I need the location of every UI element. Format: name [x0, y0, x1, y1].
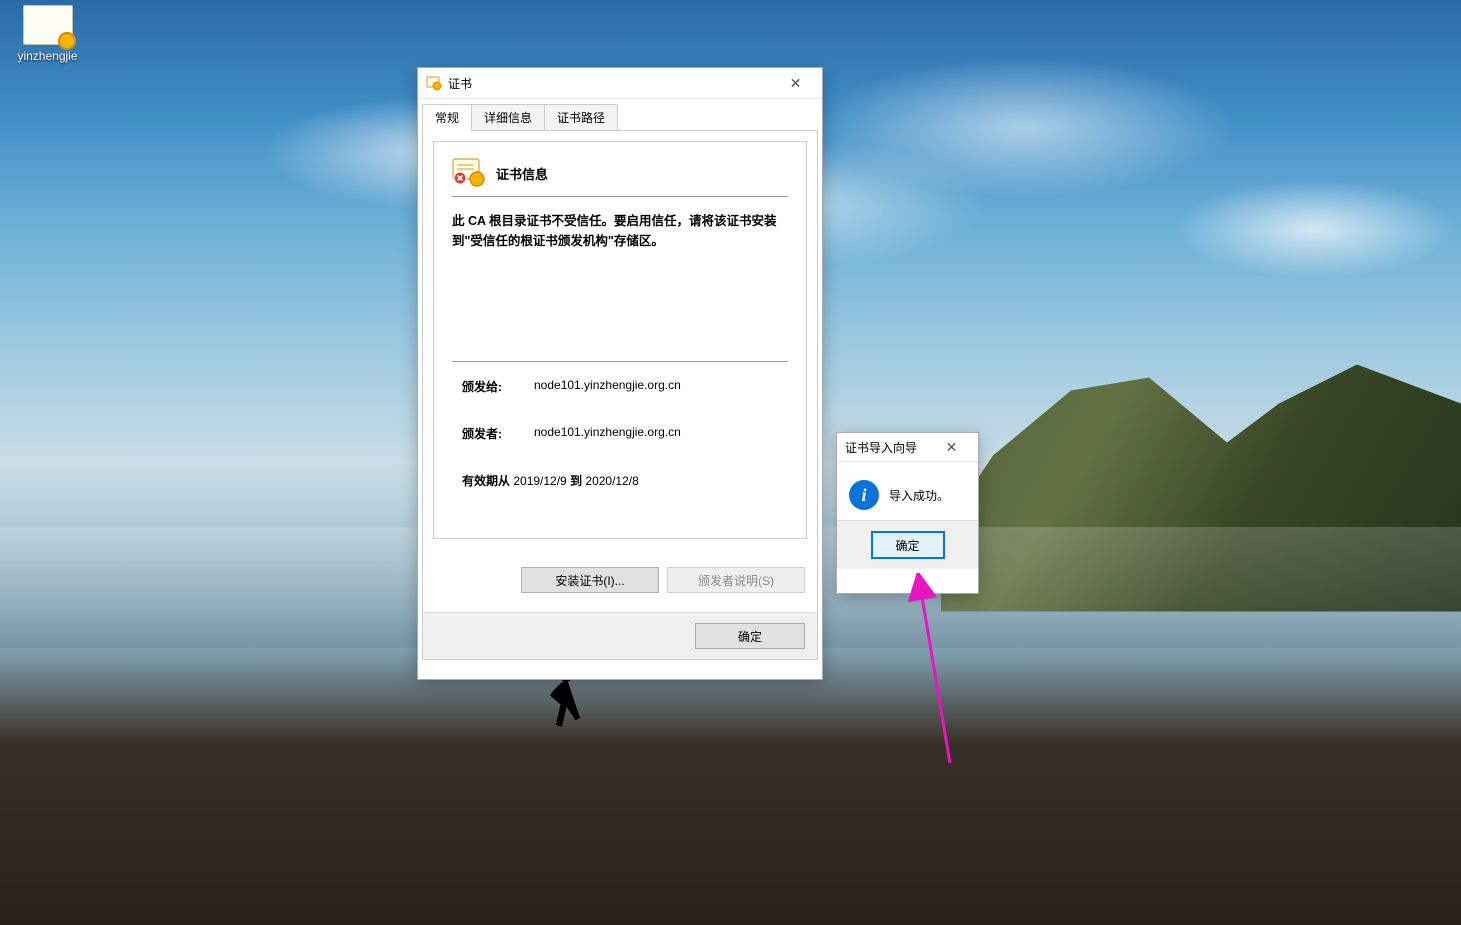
tab-strip: 常规 详细信息 证书路径 — [418, 99, 822, 130]
issuer-statement-button: 颁发者说明(S) — [667, 567, 805, 593]
desktop-cert-icon[interactable]: yinzhengjie — [10, 5, 85, 63]
trust-warning-text: 此 CA 根目录证书不受信任。要启用信任，请将该证书安装到"受信任的根证书颁发机… — [452, 211, 788, 251]
runner-decor — [540, 670, 600, 750]
import-wizard-titlebar[interactable]: 证书导入向导 ✕ — [837, 433, 978, 462]
tab-cert-path[interactable]: 证书路径 — [544, 104, 618, 131]
issued-to-label: 颁发给: — [462, 378, 534, 395]
divider — [452, 196, 788, 197]
import-success-text: 导入成功。 — [889, 487, 949, 504]
certificate-window-footer: 确定 — [423, 612, 817, 659]
validity-line: 有效期从 2019/12/9 到 2020/12/8 — [462, 472, 788, 489]
certificate-info-heading: 证书信息 — [496, 164, 548, 183]
close-icon[interactable]: ✕ — [773, 69, 818, 97]
import-wizard-title: 证书导入向导 — [845, 439, 929, 456]
info-icon: i — [849, 480, 879, 510]
import-wizard-dialog: 证书导入向导 ✕ i 导入成功。 确定 — [836, 432, 979, 594]
install-certificate-button[interactable]: 安装证书(I)... — [521, 567, 659, 593]
issued-to-value: node101.yinzhengjie.org.cn — [534, 378, 681, 395]
certificate-info-icon — [452, 158, 486, 188]
issued-by-value: node101.yinzhengjie.org.cn — [534, 425, 681, 442]
valid-to-value: 2020/12/8 — [585, 474, 638, 488]
close-icon[interactable]: ✕ — [929, 433, 974, 461]
valid-from-value: 2019/12/9 — [513, 474, 566, 488]
beach-decor — [0, 648, 1461, 925]
tab-general[interactable]: 常规 — [422, 104, 472, 131]
valid-label-to: 到 — [567, 474, 586, 488]
certificate-window: 证书 ✕ 常规 详细信息 证书路径 — [417, 67, 823, 680]
certificate-title-icon — [426, 75, 442, 91]
ok-button[interactable]: 确定 — [695, 623, 805, 649]
certificate-info-frame: 证书信息 此 CA 根目录证书不受信任。要启用信任，请将该证书安装到"受信任的根… — [433, 141, 807, 539]
desktop-icon-label: yinzhengjie — [10, 49, 85, 63]
tab-body-general: 证书信息 此 CA 根目录证书不受信任。要启用信任，请将该证书安装到"受信任的根… — [422, 130, 818, 660]
valid-label-from: 有效期从 — [462, 474, 513, 488]
tab-details[interactable]: 详细信息 — [471, 104, 545, 131]
certificate-titlebar[interactable]: 证书 ✕ — [418, 68, 822, 99]
issued-by-label: 颁发者: — [462, 425, 534, 442]
desktop-background: yinzhengjie 证书 ✕ 常规 详细信息 证书路径 — [0, 0, 1461, 925]
import-ok-button[interactable]: 确定 — [871, 531, 945, 559]
certificate-file-icon — [23, 5, 73, 45]
divider — [452, 361, 788, 362]
certificate-window-title: 证书 — [448, 75, 773, 92]
